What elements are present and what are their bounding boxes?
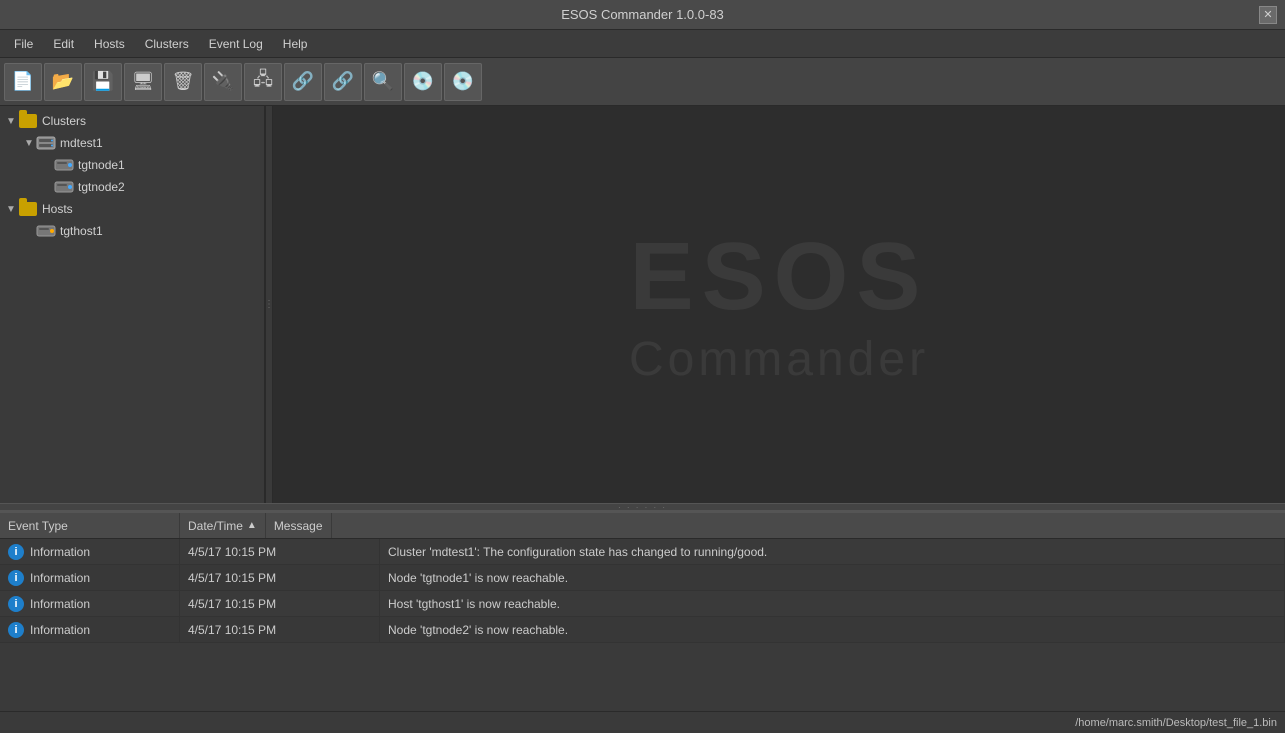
resize-handle-horizontal[interactable]: · · · · · ·	[0, 503, 1285, 511]
tree-toggle-clusters-root[interactable]: ▼	[4, 114, 18, 128]
table-row[interactable]: i Information 4/5/17 10:15 PMNode 'tgtnode…	[0, 565, 1285, 591]
node-icon-tgtnode1	[54, 157, 74, 173]
tree-toggle-tgtnode1[interactable]	[40, 158, 54, 172]
event-table: Event TypeDate/Time▲Message i Information…	[0, 513, 1285, 711]
toolbar-btn-new[interactable]: 📄	[4, 63, 42, 101]
toolbar-btn-open[interactable]: 📂	[44, 63, 82, 101]
toolbar-btn-host-remove[interactable]: 🗑	[164, 63, 202, 101]
menu-item-file[interactable]: File	[4, 33, 43, 55]
menu-item-help[interactable]: Help	[273, 33, 318, 55]
host-icon-tgthost1	[36, 223, 56, 239]
event-datetime-cell: 4/5/17 10:15 PM	[180, 591, 380, 616]
menu-item-hosts[interactable]: Hosts	[84, 33, 135, 55]
top-area: ▼ Clusters ▼ mdtest1 tgtnode1 tgtnode2 ▼ Hosts t…	[0, 106, 1285, 503]
event-type-label: Information	[30, 571, 90, 585]
menu-item-clusters[interactable]: Clusters	[135, 33, 199, 55]
event-message-cell: Node 'tgtnode1' is now reachable.	[380, 565, 1285, 590]
toolbar-btn-cluster[interactable]: 🖧	[244, 63, 282, 101]
info-icon: i	[8, 596, 24, 612]
event-datetime-cell: 4/5/17 10:15 PM	[180, 539, 380, 564]
tree-item-mdtest1[interactable]: ▼ mdtest1	[0, 132, 264, 154]
window-title: ESOS Commander 1.0.0-83	[561, 7, 724, 22]
table-row[interactable]: i Information 4/5/17 10:15 PMCluster 'mdte…	[0, 539, 1285, 565]
node-icon-tgtnode2	[54, 179, 74, 195]
event-type-cell: i Information	[0, 617, 180, 642]
logo-commander-text: Commander	[629, 332, 929, 387]
toolbar-btn-disk2[interactable]: 💿	[444, 63, 482, 101]
content-area: ESOS Commander	[273, 106, 1285, 503]
tree-label-tgtnode1: tgtnode1	[78, 158, 125, 172]
logo-watermark: ESOS Commander	[629, 222, 929, 387]
event-message-cell: Cluster 'mdtest1': The configuration sta…	[380, 539, 1285, 564]
event-log-panel: Event TypeDate/Time▲Message i Information…	[0, 511, 1285, 711]
event-table-header: Event TypeDate/Time▲Message	[0, 513, 1285, 539]
event-col-header-datetime[interactable]: Date/Time▲	[180, 513, 266, 538]
table-row[interactable]: i Information 4/5/17 10:15 PMNode 'tgtnode…	[0, 617, 1285, 643]
close-button[interactable]: ✕	[1259, 6, 1277, 24]
event-message-cell: Host 'tgthost1' is now reachable.	[380, 591, 1285, 616]
tree-item-tgtnode1[interactable]: tgtnode1	[0, 154, 264, 176]
toolbar-btn-node2[interactable]: 🔗	[324, 63, 362, 101]
event-type-label: Information	[30, 597, 90, 611]
event-col-header-type[interactable]: Event Type	[0, 513, 180, 538]
event-message-cell: Node 'tgtnode2' is now reachable.	[380, 617, 1285, 642]
tree-label-clusters-root: Clusters	[42, 114, 86, 128]
tree-item-tgtnode2[interactable]: tgtnode2	[0, 176, 264, 198]
main-area: ▼ Clusters ▼ mdtest1 tgtnode1 tgtnode2 ▼ Hosts t…	[0, 106, 1285, 711]
toolbar-btn-node1[interactable]: 🔗	[284, 63, 322, 101]
tree-toggle-hosts-root[interactable]: ▼	[4, 202, 18, 216]
tree-label-mdtest1: mdtest1	[60, 136, 103, 150]
toolbar-btn-connect[interactable]: 🔌	[204, 63, 242, 101]
toolbar-btn-disk[interactable]: 💿	[404, 63, 442, 101]
status-text: /home/marc.smith/Desktop/test_file_1.bin	[1075, 717, 1277, 729]
event-type-cell: i Information	[0, 565, 180, 590]
table-row[interactable]: i Information 4/5/17 10:15 PMHost 'tgthost…	[0, 591, 1285, 617]
event-datetime-cell: 4/5/17 10:15 PM	[180, 617, 380, 642]
status-bar: /home/marc.smith/Desktop/test_file_1.bin	[0, 711, 1285, 733]
sort-arrow-datetime: ▲	[247, 520, 257, 531]
title-bar: ESOS Commander 1.0.0-83 ✕	[0, 0, 1285, 30]
cluster-icon-mdtest1	[36, 135, 56, 151]
toolbar-btn-host-add[interactable]: 🖥	[124, 63, 162, 101]
info-icon: i	[8, 570, 24, 586]
menu-item-eventlog[interactable]: Event Log	[199, 33, 273, 55]
toolbar-btn-search[interactable]: 🔍	[364, 63, 402, 101]
tree-toggle-mdtest1[interactable]: ▼	[22, 136, 36, 150]
menu-item-edit[interactable]: Edit	[43, 33, 84, 55]
event-table-rows: iInformation4/5/17 10:15 PMCluster 'mdte…	[0, 539, 1285, 711]
tree-item-tgthost1[interactable]: tgthost1	[0, 220, 264, 242]
tree-item-hosts-root[interactable]: ▼ Hosts	[0, 198, 264, 220]
toolbar: 📄📂💾🖥🗑🔌🖧🔗🔗🔍💿💿	[0, 58, 1285, 106]
folder-icon-hosts-root	[18, 201, 38, 217]
event-col-header-message[interactable]: Message	[266, 513, 332, 538]
menu-bar: FileEditHostsClustersEvent LogHelp	[0, 30, 1285, 58]
event-type-label: Information	[30, 545, 90, 559]
folder-icon-clusters-root	[18, 113, 38, 129]
event-type-label: Information	[30, 623, 90, 637]
event-type-cell: i Information	[0, 591, 180, 616]
info-icon: i	[8, 622, 24, 638]
tree-label-tgtnode2: tgtnode2	[78, 180, 125, 194]
tree-label-hosts-root: Hosts	[42, 202, 73, 216]
sidebar-tree: ▼ Clusters ▼ mdtest1 tgtnode1 tgtnode2 ▼ Hosts t…	[0, 106, 265, 503]
logo-esos-text: ESOS	[630, 222, 929, 332]
tree-toggle-tgtnode2[interactable]	[40, 180, 54, 194]
resize-handle-vertical[interactable]: ⋮	[265, 106, 273, 503]
toolbar-btn-save[interactable]: 💾	[84, 63, 122, 101]
event-datetime-cell: 4/5/17 10:15 PM	[180, 565, 380, 590]
tree-toggle-tgthost1[interactable]	[22, 224, 36, 238]
info-icon: i	[8, 544, 24, 560]
event-type-cell: i Information	[0, 539, 180, 564]
tree-label-tgthost1: tgthost1	[60, 224, 103, 238]
tree-item-clusters-root[interactable]: ▼ Clusters	[0, 110, 264, 132]
